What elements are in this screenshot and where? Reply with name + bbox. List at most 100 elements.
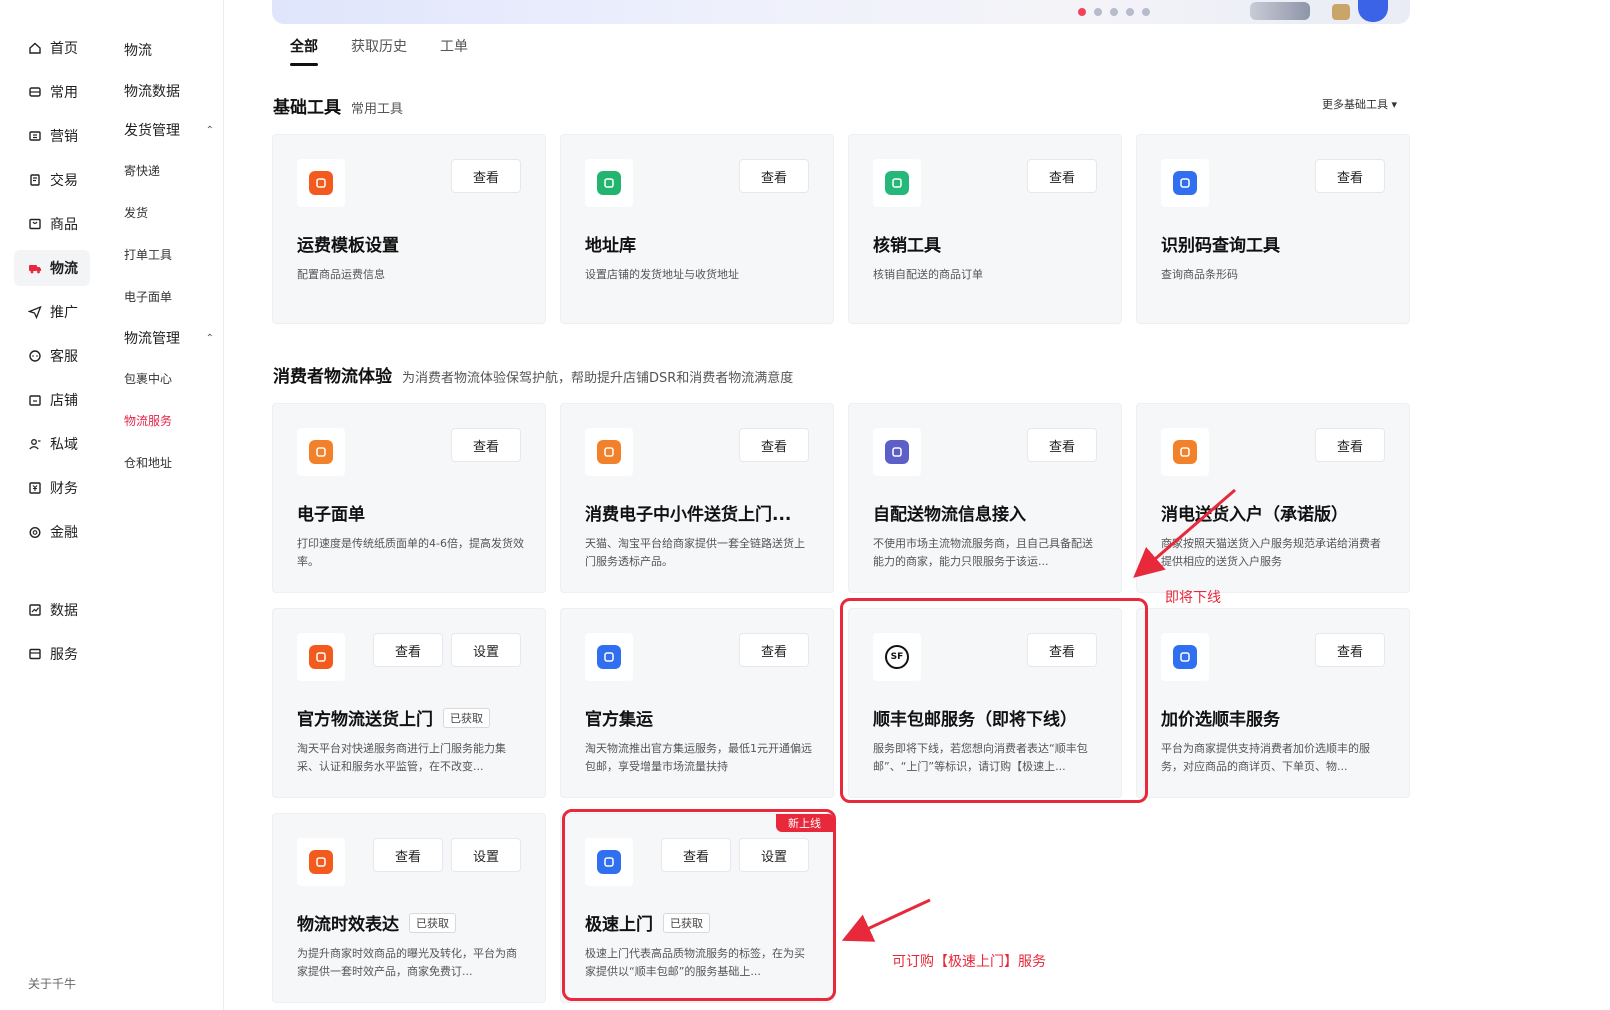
- tool-title: 消费电子中小件送货上门...: [585, 500, 791, 525]
- nav-item-marketing[interactable]: 营销: [14, 118, 90, 154]
- section-subtitle: 常用工具: [351, 102, 404, 117]
- view-button[interactable]: 查看: [373, 838, 443, 872]
- sub-group-shipping[interactable]: 发货管理 ⌃: [124, 120, 214, 140]
- send-icon: [28, 305, 42, 319]
- nav-item-common[interactable]: 常用: [14, 74, 90, 110]
- sub-group-logistics-mgmt[interactable]: 物流管理 ⌃: [124, 328, 214, 348]
- tool-icon-box: [297, 633, 345, 681]
- tool-card[interactable]: 查看核销工具核销自配送的商品订单: [848, 134, 1122, 324]
- tool-description: 核销自配送的商品订单: [873, 268, 983, 281]
- sub-item-ship[interactable]: 发货: [124, 204, 148, 221]
- section-basic-tools-title: 基础工具 常用工具: [273, 93, 403, 118]
- view-button[interactable]: 查看: [451, 428, 521, 462]
- tool-icon-box: [1161, 428, 1209, 476]
- tool-title: 核销工具: [873, 231, 941, 256]
- tab-all[interactable]: 全部: [290, 36, 318, 66]
- settings-button[interactable]: 设置: [451, 633, 521, 667]
- tool-card[interactable]: 查看 官方集运 淘天物流推出官方集运服务，最低1元开通偏远包邮，享受增量市场流量扶持: [560, 608, 834, 798]
- nav-item-banking[interactable]: 金融: [14, 514, 90, 550]
- view-button[interactable]: 查看: [1315, 633, 1385, 667]
- tool-icon: [597, 440, 621, 464]
- view-button[interactable]: 查看: [1027, 428, 1097, 462]
- tool-card[interactable]: 查看 设置物流时效表达 已获取为提升商家时效商品的曝光及转化，平台为商家提供一套时效…: [272, 813, 546, 1003]
- tool-title: 官方物流送货上门 已获取: [297, 705, 490, 730]
- nav-item-services[interactable]: 服务: [14, 636, 90, 672]
- sub-item-e-waybill[interactable]: 电子面单: [124, 288, 172, 305]
- nav-item-finance[interactable]: 财务: [14, 470, 90, 506]
- carousel-dot[interactable]: [1126, 8, 1134, 16]
- view-button[interactable]: 查看: [451, 159, 521, 193]
- tool-card[interactable]: 查看 识别码查询工具 查询商品条形码: [1136, 134, 1410, 324]
- tool-title-text: 物流时效表达: [297, 915, 399, 935]
- section-title-text: 基础工具: [273, 98, 341, 118]
- coin-icon: [28, 525, 42, 539]
- view-button[interactable]: 查看: [373, 633, 443, 667]
- nav-item-private-domain[interactable]: 私域: [14, 426, 90, 462]
- tool-icon: [309, 850, 333, 874]
- tool-card[interactable]: 查看 加价选顺丰服务 平台为商家提供支持消费者加价选顺丰的服务，对应商品的商详页、下…: [1136, 608, 1410, 798]
- tab-bar: 全部 获取历史 工单: [290, 36, 468, 66]
- obtained-tag: 已获取: [409, 912, 456, 933]
- settings-button[interactable]: 设置: [451, 838, 521, 872]
- tool-title: 官方集运: [585, 705, 653, 730]
- sidebar: 首页 常用 营销 交易 商品 物流 推广 客服 店铺 私域 财务 金融 数据 服…: [0, 0, 224, 1010]
- chevron-up-icon: ⌃: [205, 124, 214, 136]
- nav-item-promotion[interactable]: 推广: [14, 294, 90, 330]
- view-button[interactable]: 查看: [739, 633, 809, 667]
- nav-label: 客服: [50, 349, 78, 365]
- tool-description: 打印速度是传统纸质面单的4-6倍，提高发货效率。: [297, 537, 524, 568]
- carousel-dot[interactable]: [1110, 8, 1118, 16]
- nav-label: 数据: [50, 603, 78, 619]
- tool-card[interactable]: 查看 地址库 设置店铺的发货地址与收货地址: [560, 134, 834, 324]
- tool-icon-box: [585, 633, 633, 681]
- nav-item-goods[interactable]: 商品: [14, 206, 90, 242]
- more-basic-tools-dropdown[interactable]: 更多基础工具 ▾: [1322, 96, 1397, 112]
- highlight-box: [840, 598, 1148, 803]
- view-button[interactable]: 查看: [1027, 159, 1097, 193]
- view-button[interactable]: 查看: [1315, 428, 1385, 462]
- nav-item-trade[interactable]: 交易: [14, 162, 90, 198]
- view-button[interactable]: 查看: [1315, 159, 1385, 193]
- nav-item-customer-service[interactable]: 客服: [14, 338, 90, 374]
- carousel-dot[interactable]: [1142, 8, 1150, 16]
- nav-item-store[interactable]: 店铺: [14, 382, 90, 418]
- nav-item-logistics[interactable]: 物流: [14, 250, 90, 286]
- about-link[interactable]: 关于千牛: [28, 975, 76, 992]
- tab-history[interactable]: 获取历史: [351, 36, 407, 66]
- service-icon: [28, 647, 42, 661]
- tool-icon-box: [297, 159, 345, 207]
- view-button[interactable]: 查看: [739, 159, 809, 193]
- tool-description: 商家按照天猫送货入户服务规范承诺给消费者提供相应的送货入户服务: [1161, 537, 1381, 568]
- nav-item-home[interactable]: 首页: [14, 30, 90, 66]
- nav-label: 金融: [50, 525, 78, 541]
- tool-card[interactable]: 查看 设置 官方物流送货上门 已获取 淘天平台对快递服务商进行上门服务能力集采、认证和服…: [272, 608, 546, 798]
- nav-label: 店铺: [50, 393, 78, 409]
- tool-card[interactable]: 查看电子面单打印速度是传统纸质面单的4-6倍，提高发货效率。: [272, 403, 546, 593]
- tool-description: 为提升商家时效商品的曝光及转化，平台为商家提供一套时效产品，商家免费订...: [297, 947, 517, 978]
- tool-icon: [1173, 171, 1197, 195]
- tool-icon: [597, 171, 621, 195]
- tool-icon-box: [873, 428, 921, 476]
- view-button[interactable]: 查看: [739, 428, 809, 462]
- carousel-dot[interactable]: [1078, 8, 1086, 16]
- sub-item-logistics-data[interactable]: 物流数据: [124, 81, 214, 101]
- sub-item-send-express[interactable]: 寄快递: [124, 162, 160, 179]
- tool-icon: [1173, 645, 1197, 669]
- carousel-dot[interactable]: [1094, 8, 1102, 16]
- tool-title-text: 官方集运: [585, 710, 653, 730]
- tool-title: 加价选顺丰服务: [1161, 705, 1280, 730]
- tab-tickets[interactable]: 工单: [440, 36, 468, 66]
- tool-card[interactable]: 查看 自配送物流信息接入 不使用市场主流物流服务商，且自己具备配送能力的商家，能力只…: [848, 403, 1122, 593]
- sub-item-logistics-services[interactable]: 物流服务: [124, 412, 172, 429]
- sub-item-parcel-center[interactable]: 包裹中心: [124, 370, 172, 387]
- sub-group-label: 物流管理: [124, 331, 180, 347]
- tool-card[interactable]: 查看 运费模板设置 配置商品运费信息: [272, 134, 546, 324]
- tool-title-text: 电子面单: [297, 505, 365, 525]
- sub-item-warehouse-address[interactable]: 仓和地址: [124, 454, 172, 471]
- tool-icon-box: [585, 159, 633, 207]
- top-banner[interactable]: [272, 0, 1410, 24]
- nav-item-data[interactable]: 数据: [14, 592, 90, 628]
- tool-card[interactable]: 查看 消电送货入户（承诺版） 商家按照天猫送货入户服务规范承诺给消费者提供相应的送货…: [1136, 403, 1410, 593]
- sub-item-print-tool[interactable]: 打单工具: [124, 246, 172, 263]
- tool-card[interactable]: 查看 消费电子中小件送货上门... 天猫、淘宝平台给商家提供一套全链路送货上门服务透…: [560, 403, 834, 593]
